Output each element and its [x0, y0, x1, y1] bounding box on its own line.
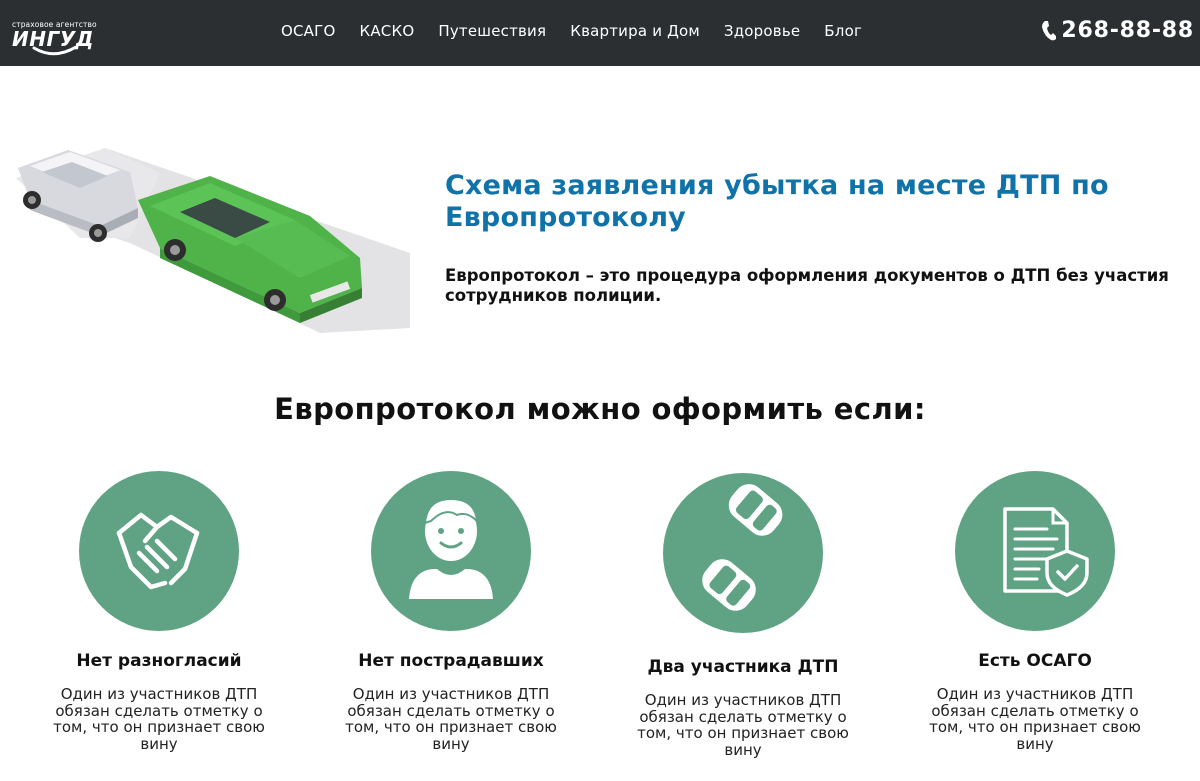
nav-item-kasko[interactable]: КАСКО	[360, 21, 415, 41]
condition-text: Один из участников ДТП обязан сделать от…	[53, 685, 265, 753]
phone-icon	[1042, 21, 1057, 41]
logo[interactable]: страховое агентство ИНГУД	[6, 10, 97, 56]
condition-text: Один из участников ДТП обязан сделать от…	[637, 691, 849, 759]
nav-item-osago[interactable]: ОСАГО	[281, 21, 336, 41]
main-nav: ОСАГО КАСКО Путешествия Квартира и Дом З…	[281, 21, 886, 41]
green-car-icon	[138, 176, 362, 323]
two-cars-icon	[663, 473, 823, 633]
condition-title: Два участника ДТП	[647, 657, 839, 677]
condition-text: Один из участников ДТП обязан сделать от…	[345, 685, 557, 753]
nav-item-apartment-house[interactable]: Квартира и Дом	[570, 21, 700, 41]
nav-item-blog[interactable]: Блог	[824, 21, 862, 41]
condition-card-has-osago: Есть ОСАГО Один из участников ДТП обязан…	[915, 471, 1155, 752]
nav-item-health[interactable]: Здоровье	[724, 21, 800, 41]
condition-card-no-injured: Нет пострадавших Один из участников ДТП …	[331, 471, 571, 752]
person-icon	[371, 471, 531, 631]
hero-subtitle: Европротокол – это процедура оформления …	[445, 266, 1169, 305]
insurance-document-icon	[955, 471, 1115, 631]
phone-number: 268-88-88	[1061, 18, 1194, 43]
phone-link[interactable]: 268-88-88	[1041, 17, 1194, 45]
condition-card-no-disagreements: Нет разногласий Один из участников ДТП о…	[39, 471, 279, 752]
logo-smile-icon	[32, 46, 78, 56]
nav-item-travel[interactable]: Путешествия	[438, 21, 546, 41]
hero-title: Схема заявления убытка на месте ДТП по Е…	[445, 170, 1109, 233]
car-accident-illustration	[16, 148, 410, 333]
condition-title: Нет пострадавших	[358, 651, 544, 671]
condition-card-two-participants: Два участника ДТП Один из участников ДТП…	[623, 473, 863, 758]
condition-title: Есть ОСАГО	[978, 651, 1092, 671]
conditions-title: Европротокол можно оформить если:	[274, 392, 926, 426]
handshake-icon	[79, 471, 239, 631]
site-header: страховое агентство ИНГУД ОСАГО КАСКО Пу…	[0, 0, 1200, 66]
condition-text: Один из участников ДТП обязан сделать от…	[929, 685, 1141, 753]
condition-title: Нет разногласий	[76, 651, 242, 671]
